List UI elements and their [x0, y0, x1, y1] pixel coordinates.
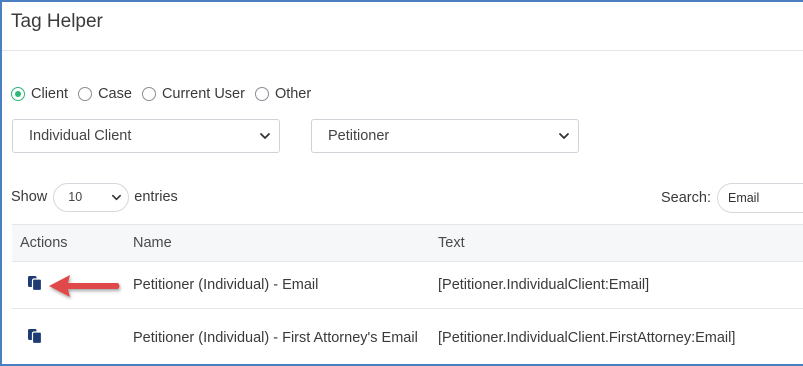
- radio-label-client: Client: [31, 86, 69, 102]
- radio-dot[interactable]: [11, 87, 25, 101]
- radio-label-other: Other: [274, 86, 312, 102]
- radio-label-case: Case: [98, 86, 132, 102]
- chevron-down-icon: [112, 194, 122, 200]
- tag-helper-panel: Tag Helper Client Case Current User Othe…: [0, 0, 803, 366]
- client-type-value: Individual Client: [29, 128, 132, 144]
- role-value: Petitioner: [328, 128, 390, 144]
- text-cell: [Petitioner.IndividualClient.FirstAttorn…: [430, 308, 803, 364]
- chevron-down-icon: [559, 133, 569, 139]
- radio-label-current-user: Current User: [161, 86, 245, 102]
- name-cell: Petitioner (Individual) - Email: [125, 261, 430, 309]
- page-title: Tag Helper: [11, 11, 103, 32]
- radio-current-user[interactable]: Current User: [141, 86, 245, 102]
- entries-label: entries: [134, 189, 178, 205]
- column-header-text[interactable]: Text: [430, 224, 803, 262]
- panel-header: Tag Helper: [2, 2, 803, 51]
- search-input[interactable]: Email: [716, 183, 803, 213]
- table-row: Petitioner (Individual) - Email [Petitio…: [12, 261, 803, 309]
- tags-table: Actions Name Text Petitioner (Individual…: [12, 224, 803, 364]
- arrow-left-icon: [49, 275, 120, 297]
- radio-dot[interactable]: [254, 87, 269, 101]
- radio-dot[interactable]: [141, 87, 156, 101]
- search-control: Search: Email: [661, 183, 803, 213]
- table-row: Petitioner (Individual) - First Attorney…: [12, 308, 803, 364]
- name-cell: Petitioner (Individual) - First Attorney…: [125, 308, 430, 364]
- source-radio-group: Client Case Current User Other: [11, 84, 321, 104]
- client-type-select[interactable]: Individual Client: [12, 119, 280, 153]
- radio-case[interactable]: Case: [78, 86, 132, 102]
- copy-icon[interactable]: [27, 328, 43, 344]
- entries-value: 10: [68, 190, 83, 204]
- show-label: Show: [11, 189, 48, 205]
- text-cell: [Petitioner.IndividualClient:Email]: [430, 261, 803, 309]
- column-header-actions[interactable]: Actions: [12, 224, 125, 262]
- table-header-row: Actions Name Text: [12, 224, 803, 262]
- column-header-name[interactable]: Name: [125, 224, 430, 262]
- chevron-down-icon: [260, 133, 270, 139]
- search-label: Search:: [661, 190, 711, 206]
- radio-client[interactable]: Client: [11, 86, 68, 102]
- role-select[interactable]: Petitioner: [311, 119, 579, 153]
- copy-icon[interactable]: [27, 275, 43, 291]
- entries-select[interactable]: 10: [53, 182, 130, 212]
- entries-control: Show 10 entries: [11, 182, 178, 212]
- radio-other[interactable]: Other: [254, 86, 312, 102]
- radio-dot[interactable]: [78, 87, 93, 101]
- actions-cell: [12, 308, 125, 364]
- search-value: Email: [727, 191, 760, 205]
